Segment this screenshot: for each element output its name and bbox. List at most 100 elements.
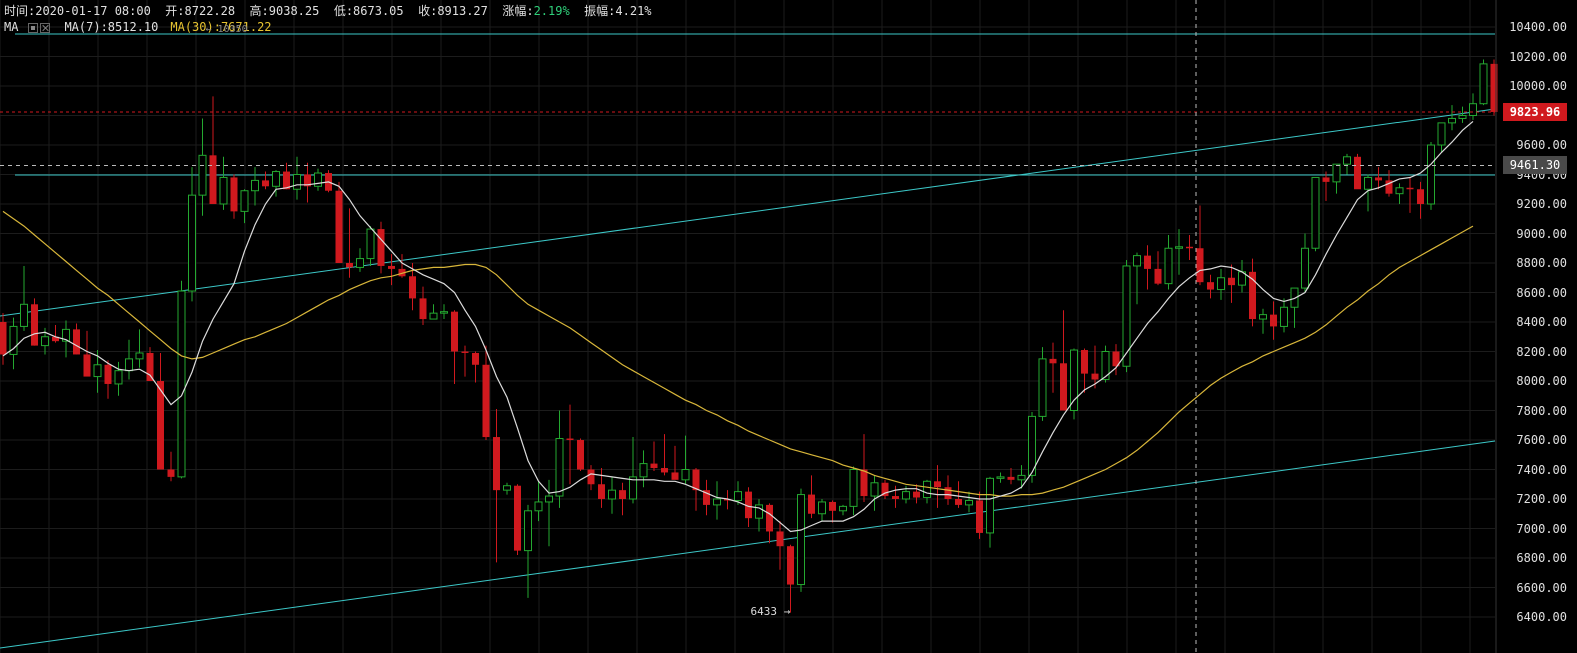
price-tick-label: 7200.00 <box>1516 492 1567 506</box>
low-value: 8673.05 <box>353 4 404 18</box>
candle-body <box>1280 306 1288 327</box>
open-label: 开: <box>165 4 185 18</box>
candle <box>209 96 217 204</box>
candle <box>388 254 395 286</box>
candle-body <box>114 370 123 385</box>
candle-body <box>1060 363 1067 411</box>
amplitude-label: 振幅: <box>584 4 616 18</box>
candle <box>1154 251 1162 286</box>
candle <box>1017 465 1026 489</box>
candle <box>0 313 7 365</box>
candle <box>1081 348 1088 393</box>
ma-indicator-label: MA <box>4 20 19 34</box>
candle-body <box>461 351 469 353</box>
candle <box>808 475 815 519</box>
candle <box>577 438 584 471</box>
candle <box>755 499 763 532</box>
candle <box>818 499 826 522</box>
high-value: 9038.25 <box>268 4 320 18</box>
candle-body <box>870 482 879 497</box>
candle <box>1270 301 1277 340</box>
price-tick-label: 10000.00 <box>1509 79 1567 93</box>
indicator-settings-icon[interactable] <box>28 23 39 33</box>
candle-body <box>1101 351 1110 381</box>
candle-body <box>1322 177 1330 182</box>
candle <box>503 482 511 495</box>
candle <box>1395 183 1404 204</box>
candle-body <box>472 352 479 365</box>
candle <box>555 410 564 508</box>
candle-body <box>1144 255 1151 269</box>
candle <box>366 226 375 266</box>
candle <box>219 156 228 210</box>
candle-body <box>198 154 207 196</box>
candle <box>1217 268 1225 300</box>
close-value: 8913.27 <box>437 4 488 18</box>
candle <box>493 409 500 563</box>
price-tick-label: 9000.00 <box>1516 226 1567 241</box>
candle-body <box>209 155 217 204</box>
candle <box>839 504 847 516</box>
candle <box>1175 229 1183 275</box>
candle-body <box>524 510 532 552</box>
candle <box>629 437 637 504</box>
candle <box>104 360 112 399</box>
candle <box>766 503 773 544</box>
candle-body <box>734 491 742 501</box>
candle <box>73 323 80 355</box>
candle-body <box>1133 255 1141 267</box>
candle <box>524 504 532 598</box>
candle-body <box>272 171 280 187</box>
candle-body <box>776 531 784 547</box>
candle <box>1354 153 1361 190</box>
candle <box>377 221 385 274</box>
candle <box>304 162 311 203</box>
price-tick-label: 7600.00 <box>1516 433 1567 447</box>
candle <box>986 476 994 548</box>
candle-body <box>1091 373 1099 380</box>
candle <box>1280 298 1288 333</box>
candle <box>1070 348 1078 420</box>
candle <box>31 298 38 346</box>
candle-body <box>429 312 438 320</box>
close-label: 收: <box>418 4 438 18</box>
candle <box>1238 260 1246 293</box>
candle <box>20 265 28 331</box>
candle-body <box>1395 187 1404 195</box>
candle-body <box>1354 156 1361 190</box>
candle-body <box>167 469 175 477</box>
candle <box>451 310 458 384</box>
candles <box>0 59 1498 613</box>
candle <box>9 317 18 370</box>
candle <box>1007 468 1015 485</box>
candle-body <box>1375 177 1382 181</box>
candle <box>1458 106 1467 123</box>
candle <box>346 208 353 278</box>
price-tick-label: 8000.00 <box>1516 374 1567 388</box>
candle <box>293 156 301 200</box>
highest-price-marker: ← 10350 <box>205 24 248 35</box>
candle-body <box>1228 277 1235 286</box>
candle <box>534 481 543 522</box>
candle <box>1469 93 1477 120</box>
candle <box>713 481 721 520</box>
candle-body <box>125 358 133 372</box>
indicator-close-icon[interactable] <box>40 23 51 33</box>
candle <box>356 248 364 272</box>
amplitude-value: 4.21% <box>615 4 652 18</box>
candlestick-chart[interactable] <box>0 0 1577 653</box>
candle <box>870 475 879 511</box>
candle-body <box>839 505 847 512</box>
candle-body <box>1017 474 1026 481</box>
candle-body <box>1406 187 1414 190</box>
candle-body <box>146 352 154 381</box>
candle-body <box>503 485 511 491</box>
price-tick-label: 6800.00 <box>1516 551 1567 565</box>
candle <box>1049 342 1057 393</box>
candle-body <box>955 499 962 505</box>
price-tick-label: 9200.00 <box>1516 197 1567 211</box>
candle <box>325 170 332 193</box>
crosshair-price-tag: 9461.30 <box>1503 156 1567 175</box>
price-tick-label: 7800.00 <box>1516 403 1567 418</box>
candle <box>440 304 448 320</box>
